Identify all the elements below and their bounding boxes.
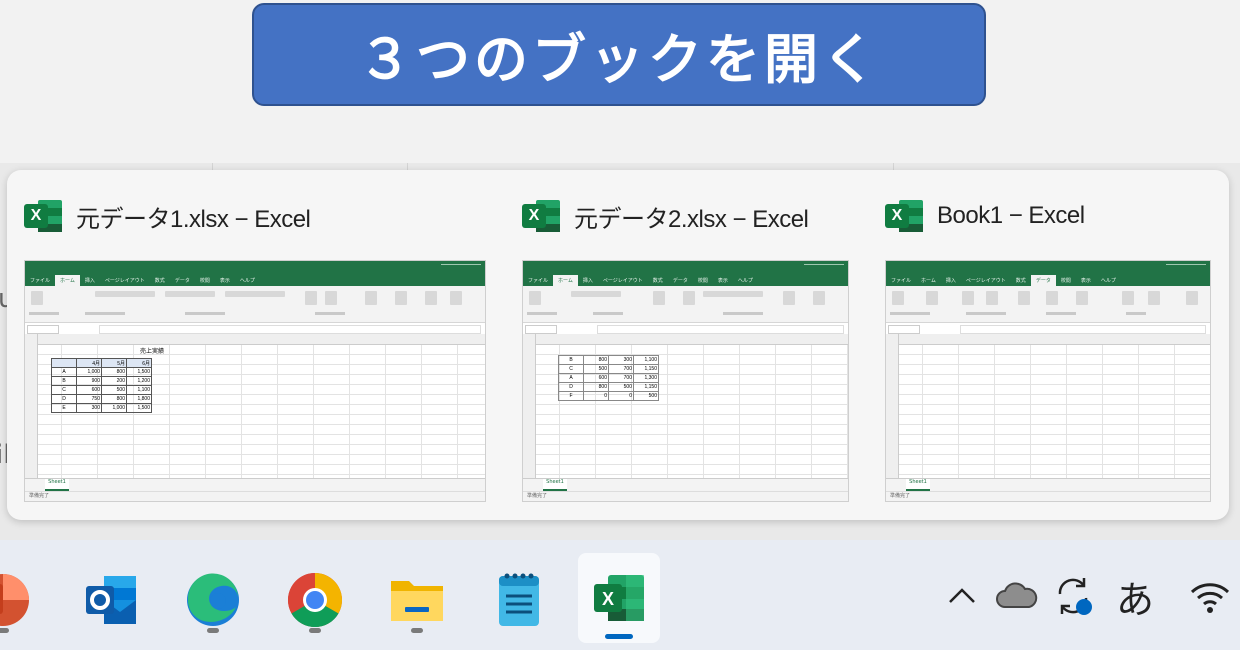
- edge-icon: [187, 573, 239, 626]
- window-thumbnail[interactable]: ファイル ホーム 挿入 ページレイアウト 数式 データ 校閲 表示 ヘルプ B8…: [522, 260, 849, 502]
- table-row: D 800 500 1,150: [558, 382, 659, 392]
- excel-titlebar: [25, 261, 485, 275]
- wifi-icon: [1190, 583, 1230, 613]
- title-banner: ３つのブックを開く: [252, 3, 986, 106]
- network-button[interactable]: [1184, 568, 1236, 624]
- taskbar-excel[interactable]: X: [578, 553, 660, 643]
- sales-table: 4月 5月 6月 A 1,000 800 1,500 B 900 200 1,200 C 60…: [51, 358, 152, 413]
- table-row: A 1,000 800 1,500: [51, 367, 152, 377]
- window-title-bar: X Book1 − Excel: [885, 198, 1085, 234]
- excel-titlebar: [523, 261, 848, 275]
- data-table: B 800 300 1,100 C 500 700 1,150 A 600 700 1,300 D…: [558, 355, 659, 401]
- window-preview-2[interactable]: X 元データ2.xlsx − Excel ファイル ホーム 挿入 ページレイアウ…: [522, 170, 862, 520]
- column-headers: [886, 334, 1210, 345]
- window-title: 元データ2.xlsx − Excel: [574, 205, 809, 233]
- window-preview-1[interactable]: X 元データ1.xlsx − Excel ファイル ホーム 挿入 ページレイアウ…: [24, 170, 494, 520]
- banner-text: ３つのブックを開く: [358, 28, 880, 91]
- taskbar-edge[interactable]: [178, 565, 248, 635]
- active-indicator: [605, 634, 633, 639]
- chevron-up-icon: [949, 588, 975, 603]
- window-title-bar: X 元データ1.xlsx − Excel: [24, 198, 311, 234]
- tab-insert: 挿入: [84, 278, 95, 284]
- sheet-grid: [886, 334, 1210, 479]
- table-row: D 750 800 1,800: [51, 394, 152, 404]
- status-bar: 準備完了: [523, 491, 848, 501]
- running-indicator: [309, 628, 321, 633]
- window-title: Book1 − Excel: [937, 202, 1085, 229]
- row-headers: [523, 334, 536, 479]
- window-title: 元データ1.xlsx − Excel: [76, 205, 311, 233]
- excel-icon: X: [885, 198, 923, 234]
- window-preview-3[interactable]: X Book1 − Excel ファイル ホーム 挿入 ページレイアウト 数式 …: [885, 170, 1215, 520]
- table-header-row: 4月 5月 6月: [51, 358, 152, 368]
- window-title-bar: X 元データ2.xlsx − Excel: [522, 198, 809, 234]
- table-row: C 500 700 1,150: [558, 364, 659, 374]
- row-headers: [886, 334, 899, 479]
- ribbon-tabs: ファイル ホーム 挿入 ページレイアウト 数式 データ 校閲 表示 ヘルプ: [886, 275, 1210, 286]
- sheet-tabs: Sheet1: [523, 478, 848, 491]
- file-explorer-icon: [391, 581, 443, 621]
- show-hidden-icons-button[interactable]: [940, 568, 984, 624]
- onedrive-button[interactable]: [992, 568, 1042, 624]
- tab-view: 表示: [219, 278, 230, 284]
- cloud-icon: [996, 582, 1038, 608]
- running-indicator: [207, 628, 219, 633]
- column-headers: [25, 334, 485, 345]
- ime-mode-indicator[interactable]: あ: [1110, 568, 1160, 624]
- tab-data: データ: [174, 278, 190, 284]
- notepad-icon: [499, 573, 539, 626]
- table-row: B 900 200 1,200: [51, 376, 152, 386]
- row-headers: [25, 334, 38, 479]
- table-row: F 0 0 500: [558, 391, 659, 401]
- table-row: C 600 500 1,100: [51, 385, 152, 395]
- excel-titlebar: [886, 261, 1210, 275]
- window-thumbnail[interactable]: ファイル ホーム 挿入 ページレイアウト 数式 データ 校閲 表示 ヘルプ Sh…: [885, 260, 1211, 502]
- tab-home: ホーム: [55, 275, 80, 286]
- status-bar: 準備完了: [886, 491, 1210, 501]
- ribbon-tabs: ファイル ホーム 挿入 ページレイアウト 数式 データ 校閲 表示 ヘルプ: [25, 275, 485, 286]
- excel-icon: X: [594, 575, 644, 621]
- sync-icon: [1058, 578, 1092, 615]
- tab-review: 校閲: [199, 278, 210, 284]
- table-title: 売上実績: [140, 349, 165, 355]
- table-row: B 800 300 1,100: [558, 355, 659, 365]
- sheet-tab: Sheet1: [906, 479, 930, 491]
- sheet-tab: Sheet1: [543, 479, 567, 491]
- ribbon: [25, 286, 485, 323]
- svg-text:X: X: [602, 589, 614, 609]
- window-thumbnail[interactable]: ファイル ホーム 挿入 ページレイアウト 数式 データ 校閲 表示 ヘルプ 売上…: [24, 260, 486, 502]
- table-row: A 600 700 1,300: [558, 373, 659, 383]
- ribbon: [523, 286, 848, 323]
- status-bar: 準備完了: [25, 491, 485, 501]
- ribbon-tabs: ファイル ホーム 挿入 ページレイアウト 数式 データ 校閲 表示 ヘルプ: [523, 275, 848, 286]
- excel-icon: X: [522, 198, 560, 234]
- taskbar-chrome[interactable]: [280, 565, 350, 635]
- powerpoint-icon: P: [0, 574, 29, 626]
- taskbar-preview-flyout: X 元データ1.xlsx − Excel ファイル ホーム 挿入 ページレイアウ…: [7, 170, 1229, 520]
- taskbar-outlook[interactable]: [76, 565, 146, 635]
- taskbar-file-explorer[interactable]: [382, 565, 452, 635]
- sync-status-button[interactable]: [1050, 568, 1098, 624]
- tab-page-layout: ページレイアウト: [104, 278, 145, 284]
- excel-icon: X: [24, 198, 62, 234]
- sheet-tabs: Sheet1: [25, 478, 485, 491]
- outlook-icon: [86, 576, 136, 624]
- running-indicator: [411, 628, 423, 633]
- taskbar-notepad[interactable]: [484, 565, 554, 635]
- tab-file: ファイル: [30, 278, 51, 284]
- taskbar-powerpoint[interactable]: P: [0, 565, 38, 635]
- sheet-tab: Sheet1: [45, 479, 69, 491]
- sheet-tabs: Sheet1: [886, 478, 1210, 491]
- column-headers: [523, 334, 848, 345]
- table-row: E 300 1,000 1,500: [51, 403, 152, 413]
- tab-help: ヘルプ: [239, 278, 255, 284]
- chrome-icon: [287, 573, 343, 628]
- running-indicator: [0, 628, 9, 633]
- tab-formulas: 数式: [154, 278, 165, 284]
- ribbon: [886, 286, 1210, 323]
